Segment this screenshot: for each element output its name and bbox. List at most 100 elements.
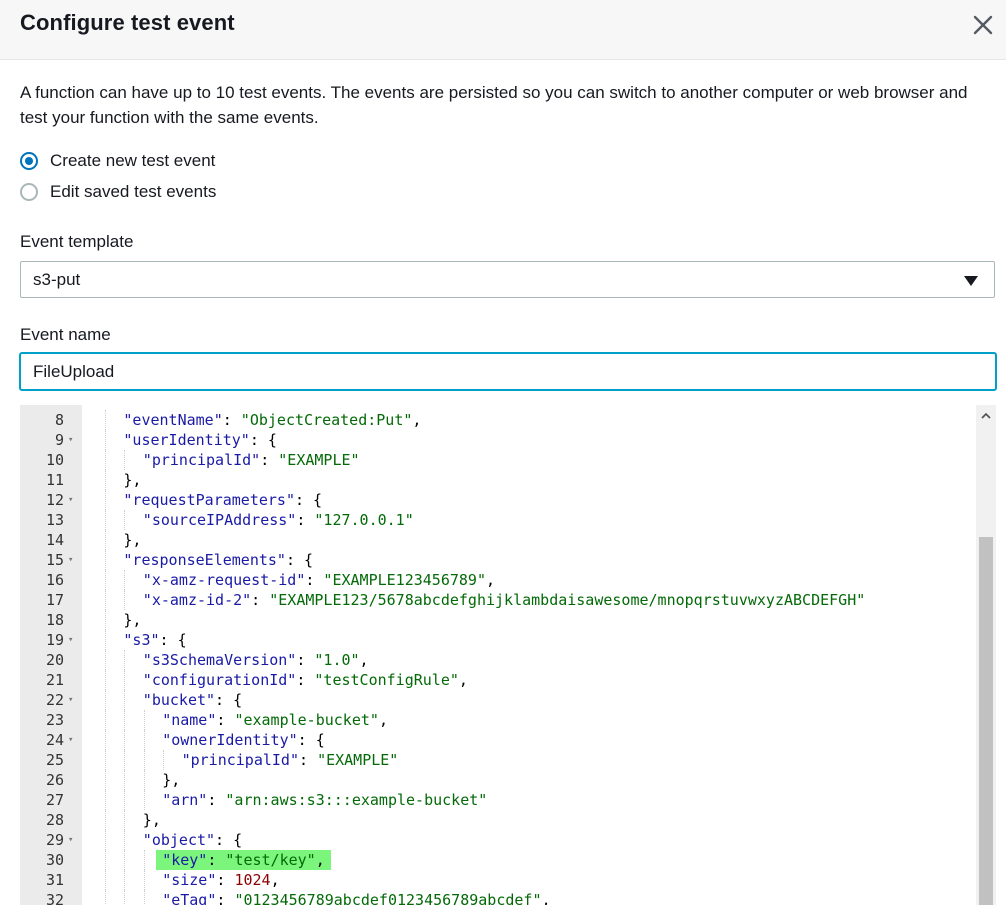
fold-toggle-icon[interactable]: ▾ [68, 830, 73, 850]
code-token: "s3" [123, 631, 160, 649]
code-token: "s3SchemaVersion" [142, 651, 297, 669]
code-token: , [541, 891, 551, 905]
code-line: 28}, [20, 810, 976, 830]
line-number: 31 [45, 871, 64, 889]
edit-saved-test-events-option[interactable]: Edit saved test events [20, 181, 216, 203]
code-token: : { [294, 491, 323, 509]
line-number: 9 [54, 431, 64, 449]
code-token: "size" [162, 871, 217, 889]
line-number: 23 [45, 711, 64, 729]
code-text: }, [162, 770, 180, 790]
code-token: : { [285, 551, 314, 569]
line-number: 14 [45, 531, 64, 549]
code-token: "arn:aws:s3:::example-bucket" [225, 791, 488, 809]
close-icon [973, 15, 993, 35]
code-token: "eventName" [123, 411, 223, 429]
fold-toggle-icon[interactable]: ▾ [68, 630, 73, 650]
indent-guide [105, 730, 106, 750]
code-token: "ObjectCreated:Put" [240, 411, 413, 429]
event-name-label: Event name [20, 325, 111, 344]
chevron-up-icon [981, 412, 991, 419]
fold-toggle-icon[interactable]: ▾ [68, 430, 73, 450]
code-token: : [216, 871, 235, 889]
indent-guide [105, 610, 106, 630]
fold-toggle-icon[interactable]: ▾ [68, 550, 73, 570]
indent-guide [143, 710, 145, 730]
code-token: "ownerIdentity" [162, 731, 298, 749]
code-token: "x-amz-id-2" [142, 591, 252, 609]
code-line: 23 "name": "example-bucket", [20, 710, 976, 730]
fold-toggle-icon[interactable]: ▾ [68, 690, 73, 710]
code-token: : [296, 651, 315, 669]
indent-guide [105, 850, 106, 870]
line-number: 25 [45, 751, 64, 769]
caret-down-icon [964, 276, 978, 286]
line-number: 13 [45, 511, 64, 529]
line-number: 32 [45, 891, 64, 905]
indent-guide [105, 590, 106, 610]
line-number: 8 [54, 411, 64, 429]
code-token: , [378, 711, 388, 729]
line-number: 28 [45, 811, 64, 829]
code-line: 18}, [20, 610, 976, 630]
create-new-radio[interactable] [20, 152, 38, 170]
event-template-select[interactable]: s3-put [20, 261, 995, 298]
code-token: "EXAMPLE" [317, 751, 399, 769]
code-token: : [299, 751, 318, 769]
event-template-label: Event template [20, 232, 134, 251]
code-line: 21 "configurationId": "testConfigRule", [20, 670, 976, 690]
line-number: 22 [45, 691, 64, 709]
code-token: "name" [162, 711, 217, 729]
edit-saved-radio[interactable] [20, 183, 38, 201]
fold-toggle-icon[interactable]: ▾ [68, 730, 73, 750]
code-token: , [412, 411, 422, 429]
scroll-thumb[interactable] [979, 537, 993, 905]
code-token: "principalId" [181, 751, 299, 769]
editor-code-area[interactable]: 8 "eventName": "ObjectCreated:Put", 9 ▾ "use… [20, 405, 976, 905]
code-line: 17 "x-amz-id-2": "EXAMPLE123/5678abcdefgh… [20, 590, 976, 610]
code-token: "object" [142, 831, 216, 849]
indent-guide [105, 770, 106, 790]
code-line: 13 "sourceIPAddress": "127.0.0.1" [20, 510, 976, 530]
editor-scrollbar[interactable] [976, 405, 996, 905]
indent-guide [124, 890, 126, 905]
event-name-input[interactable]: FileUpload [20, 353, 996, 390]
code-text: "principalId": "EXAMPLE" [182, 750, 399, 770]
scroll-up-button[interactable] [976, 407, 996, 425]
indent-guide [143, 890, 145, 905]
code-token: "testConfigRule" [314, 671, 459, 689]
code-text: "key": "test/key", [156, 850, 331, 870]
code-line: 19 ▾ "s3": { [20, 630, 976, 650]
line-number: 24 [45, 731, 64, 749]
code-text: "object": { [143, 830, 242, 850]
code-text: "x-amz-id-2": "EXAMPLE123/5678abcdefghij… [143, 590, 865, 610]
code-text: "requestParameters": { [123, 490, 322, 510]
indent-guide [124, 510, 126, 530]
indent-guide [124, 650, 126, 670]
code-token: }, [142, 811, 161, 829]
code-token: }, [123, 531, 142, 549]
code-text: "s3": { [123, 630, 186, 650]
code-token: "0123456789abcdef0123456789abcdef" [234, 891, 542, 905]
code-token: "bucket" [142, 691, 216, 709]
close-button[interactable] [970, 12, 996, 38]
code-line: 30 "key": "test/key", [20, 850, 976, 870]
code-token: "127.0.0.1" [314, 511, 414, 529]
code-token: "EXAMPLE123456789" [323, 571, 486, 589]
indent-guide [124, 690, 126, 710]
code-token: "eTag" [162, 891, 217, 905]
code-line: 27 "arn": "arn:aws:s3:::example-bucket" [20, 790, 976, 810]
event-name-value: FileUpload [33, 362, 115, 381]
line-number: 12 [45, 491, 64, 509]
code-text: }, [123, 530, 141, 550]
indent-guide [124, 810, 126, 830]
code-token: , [458, 671, 468, 689]
indent-guide [105, 430, 106, 450]
code-editor[interactable]: 8 "eventName": "ObjectCreated:Put", 9 ▾ "use… [20, 405, 996, 905]
code-token: "requestParameters" [123, 491, 295, 509]
indent-guide [105, 670, 106, 690]
create-new-test-event-option[interactable]: Create new test event [20, 150, 215, 172]
dialog-header: Configure test event [0, 0, 1006, 60]
fold-toggle-icon[interactable]: ▾ [68, 490, 73, 510]
line-number: 26 [45, 771, 64, 789]
